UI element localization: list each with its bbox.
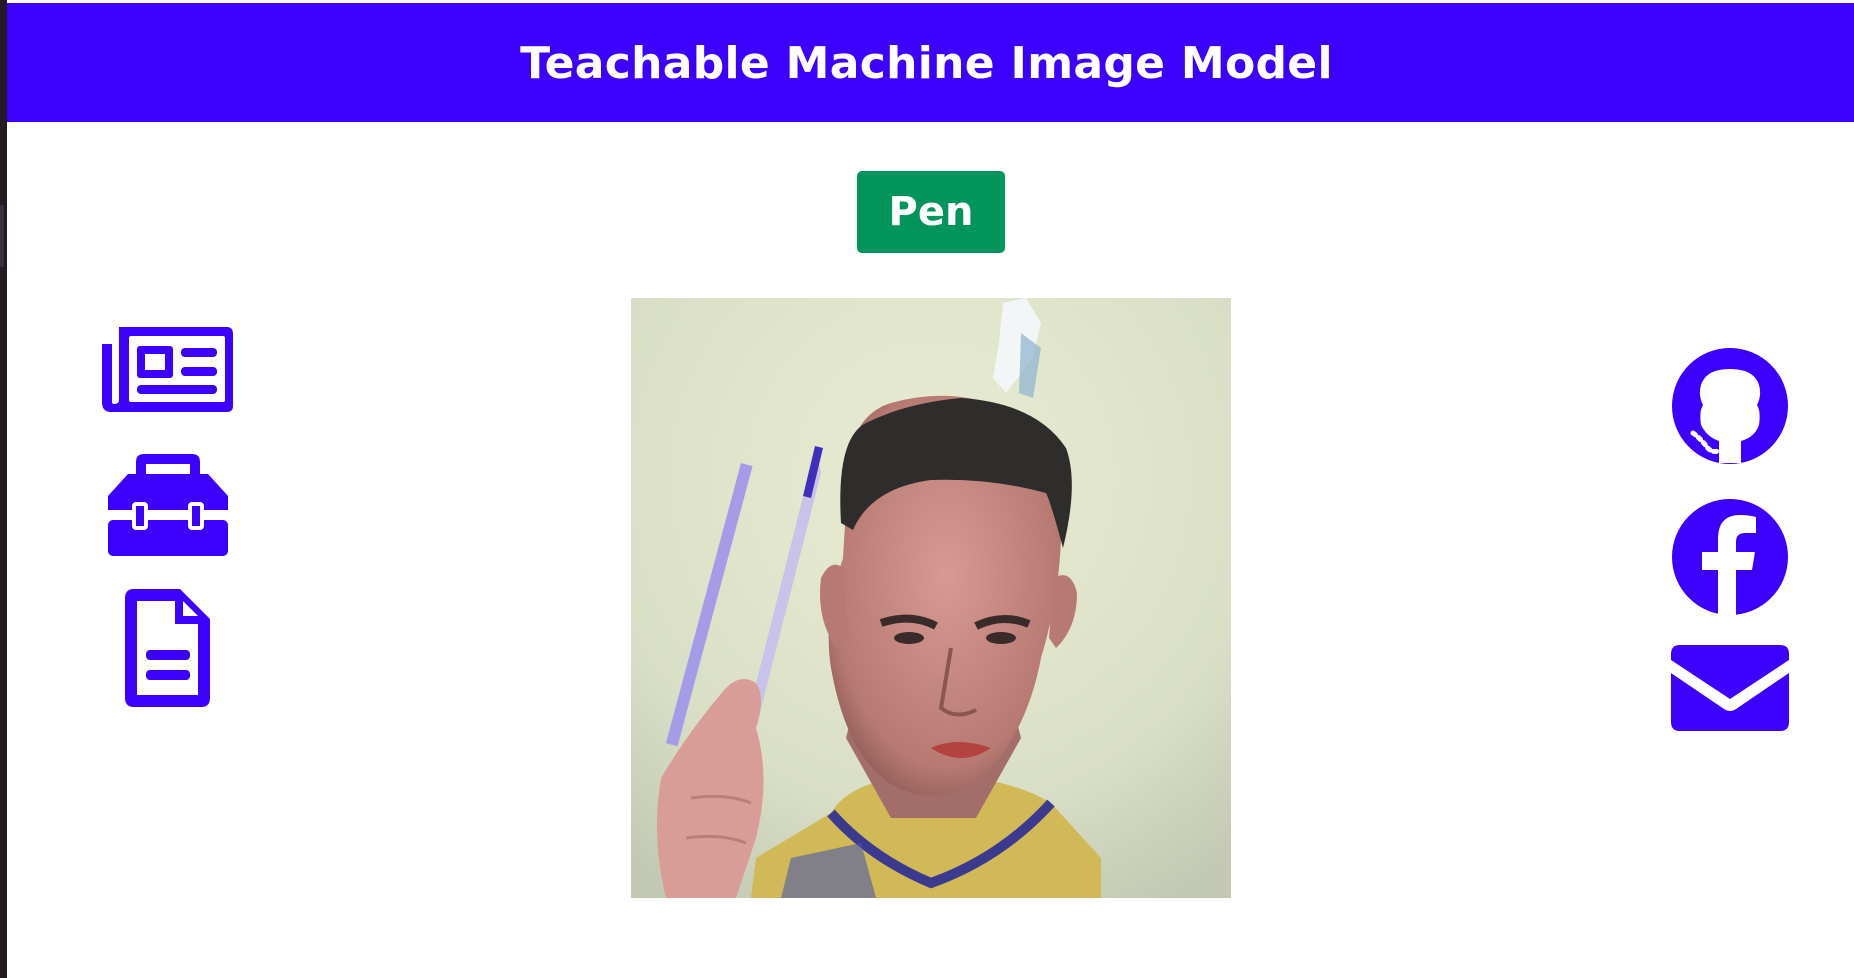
page-title: Teachable Machine Image Model [520, 38, 1333, 89]
window-edge [0, 0, 7, 978]
document-icon[interactable] [122, 586, 214, 710]
facebook-icon[interactable] [1671, 498, 1789, 616]
app-header: Teachable Machine Image Model [7, 3, 1854, 122]
webcam-canvas [631, 298, 1231, 898]
prediction-label-badge: Pen [857, 171, 1005, 253]
toolbox-icon[interactable] [106, 452, 230, 558]
window-edge-handle [0, 205, 4, 267]
envelope-icon[interactable] [1669, 643, 1791, 733]
github-icon[interactable] [1671, 347, 1789, 465]
newspaper-icon[interactable] [99, 322, 236, 416]
